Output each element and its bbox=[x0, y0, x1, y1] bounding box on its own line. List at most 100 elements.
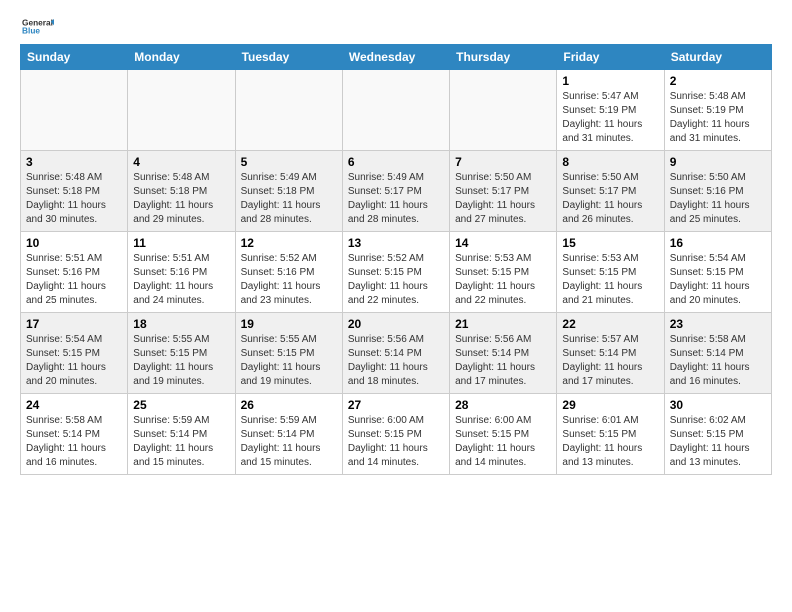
day-info: Sunrise: 5:52 AM Sunset: 5:16 PM Dayligh… bbox=[241, 252, 337, 308]
calendar-cell: 5 Sunrise: 5:49 AM Sunset: 5:18 PM Daylig… bbox=[235, 151, 342, 232]
calendar-cell: 30Sunrise: 6:02 AM Sunset: 5:15 PM Dayli… bbox=[664, 394, 771, 475]
day-info: Sunrise: 5:53 AM Sunset: 5:15 PM Dayligh… bbox=[562, 252, 658, 308]
weekday-header: Sunday bbox=[21, 45, 128, 70]
calendar-cell: 9 Sunrise: 5:50 AM Sunset: 5:16 PM Daylig… bbox=[664, 151, 771, 232]
calendar-week-row: 17 Sunrise: 5:54 AM Sunset: 5:15 PM Dayli… bbox=[21, 313, 772, 394]
day-info: Sunrise: 5:59 AM Sunset: 5:14 PM Dayligh… bbox=[133, 414, 229, 470]
day-info: Sunrise: 5:51 AM Sunset: 5:16 PM Dayligh… bbox=[26, 252, 122, 308]
day-number: 26 bbox=[241, 398, 337, 412]
day-number: 19 bbox=[241, 317, 337, 331]
day-number: 16 bbox=[670, 236, 766, 250]
calendar-cell: 26 Sunrise: 5:59 AM Sunset: 5:14 PM Dayli… bbox=[235, 394, 342, 475]
day-number: 24 bbox=[26, 398, 122, 412]
day-info: Sunrise: 5:56 AM Sunset: 5:14 PM Dayligh… bbox=[348, 333, 444, 389]
weekday-header: Wednesday bbox=[342, 45, 449, 70]
calendar-cell bbox=[450, 70, 557, 151]
calendar-week-row: 1 Sunrise: 5:47 AM Sunset: 5:19 PM Daylig… bbox=[21, 70, 772, 151]
day-info: Sunrise: 5:53 AM Sunset: 5:15 PM Dayligh… bbox=[455, 252, 551, 308]
day-number: 14 bbox=[455, 236, 551, 250]
calendar-cell: 14 Sunrise: 5:53 AM Sunset: 5:15 PM Dayli… bbox=[450, 232, 557, 313]
calendar-cell: 22 Sunrise: 5:57 AM Sunset: 5:14 PM Dayli… bbox=[557, 313, 664, 394]
day-number: 13 bbox=[348, 236, 444, 250]
day-number: 20 bbox=[348, 317, 444, 331]
calendar-cell: 21 Sunrise: 5:56 AM Sunset: 5:14 PM Dayli… bbox=[450, 313, 557, 394]
calendar-cell: 6 Sunrise: 5:49 AM Sunset: 5:17 PM Daylig… bbox=[342, 151, 449, 232]
day-info: Sunrise: 6:01 AM Sunset: 5:15 PM Dayligh… bbox=[562, 414, 658, 470]
weekday-header: Monday bbox=[128, 45, 235, 70]
calendar-cell: 4 Sunrise: 5:48 AM Sunset: 5:18 PM Daylig… bbox=[128, 151, 235, 232]
day-number: 1 bbox=[562, 74, 658, 88]
calendar-cell bbox=[235, 70, 342, 151]
calendar-cell bbox=[342, 70, 449, 151]
day-info: Sunrise: 5:59 AM Sunset: 5:14 PM Dayligh… bbox=[241, 414, 337, 470]
calendar-cell: 20 Sunrise: 5:56 AM Sunset: 5:14 PM Dayli… bbox=[342, 313, 449, 394]
day-info: Sunrise: 5:49 AM Sunset: 5:18 PM Dayligh… bbox=[241, 171, 337, 227]
day-number: 7 bbox=[455, 155, 551, 169]
calendar-cell: 11 Sunrise: 5:51 AM Sunset: 5:16 PM Dayli… bbox=[128, 232, 235, 313]
weekday-header: Thursday bbox=[450, 45, 557, 70]
svg-text:Blue: Blue bbox=[22, 26, 40, 36]
day-number: 4 bbox=[133, 155, 229, 169]
calendar-cell: 18Sunrise: 5:55 AM Sunset: 5:15 PM Dayli… bbox=[128, 313, 235, 394]
day-info: Sunrise: 5:57 AM Sunset: 5:14 PM Dayligh… bbox=[562, 333, 658, 389]
weekday-header: Friday bbox=[557, 45, 664, 70]
day-info: Sunrise: 5:50 AM Sunset: 5:16 PM Dayligh… bbox=[670, 171, 766, 227]
calendar-week-row: 10 Sunrise: 5:51 AM Sunset: 5:16 PM Dayli… bbox=[21, 232, 772, 313]
calendar-header-row: SundayMondayTuesdayWednesdayThursdayFrid… bbox=[21, 45, 772, 70]
day-number: 29 bbox=[562, 398, 658, 412]
calendar-cell: 24 Sunrise: 5:58 AM Sunset: 5:14 PM Dayli… bbox=[21, 394, 128, 475]
day-number: 25 bbox=[133, 398, 229, 412]
calendar-cell: 7 Sunrise: 5:50 AM Sunset: 5:17 PM Daylig… bbox=[450, 151, 557, 232]
calendar-cell: 12Sunrise: 5:52 AM Sunset: 5:16 PM Dayli… bbox=[235, 232, 342, 313]
day-number: 17 bbox=[26, 317, 122, 331]
day-number: 15 bbox=[562, 236, 658, 250]
calendar-cell: 13 Sunrise: 5:52 AM Sunset: 5:15 PM Dayli… bbox=[342, 232, 449, 313]
day-number: 9 bbox=[670, 155, 766, 169]
day-info: Sunrise: 5:50 AM Sunset: 5:17 PM Dayligh… bbox=[562, 171, 658, 227]
calendar-cell: 1 Sunrise: 5:47 AM Sunset: 5:19 PM Daylig… bbox=[557, 70, 664, 151]
day-info: Sunrise: 5:47 AM Sunset: 5:19 PM Dayligh… bbox=[562, 90, 658, 146]
logo: General Blue bbox=[20, 16, 54, 36]
calendar-cell bbox=[128, 70, 235, 151]
calendar-cell: 2Sunrise: 5:48 AM Sunset: 5:19 PM Daylig… bbox=[664, 70, 771, 151]
day-info: Sunrise: 5:48 AM Sunset: 5:18 PM Dayligh… bbox=[26, 171, 122, 227]
calendar-week-row: 24 Sunrise: 5:58 AM Sunset: 5:14 PM Dayli… bbox=[21, 394, 772, 475]
calendar-cell: 27 Sunrise: 6:00 AM Sunset: 5:15 PM Dayli… bbox=[342, 394, 449, 475]
calendar-cell: 3 Sunrise: 5:48 AM Sunset: 5:18 PM Daylig… bbox=[21, 151, 128, 232]
day-info: Sunrise: 5:52 AM Sunset: 5:15 PM Dayligh… bbox=[348, 252, 444, 308]
calendar-cell: 15 Sunrise: 5:53 AM Sunset: 5:15 PM Dayli… bbox=[557, 232, 664, 313]
calendar-week-row: 3 Sunrise: 5:48 AM Sunset: 5:18 PM Daylig… bbox=[21, 151, 772, 232]
calendar-cell: 23 Sunrise: 5:58 AM Sunset: 5:14 PM Dayli… bbox=[664, 313, 771, 394]
calendar-cell: 16 Sunrise: 5:54 AM Sunset: 5:15 PM Dayli… bbox=[664, 232, 771, 313]
calendar-table: SundayMondayTuesdayWednesdayThursdayFrid… bbox=[20, 44, 772, 475]
day-info: Sunrise: 5:49 AM Sunset: 5:17 PM Dayligh… bbox=[348, 171, 444, 227]
day-number: 5 bbox=[241, 155, 337, 169]
day-number: 2 bbox=[670, 74, 766, 88]
weekday-header: Tuesday bbox=[235, 45, 342, 70]
day-info: Sunrise: 5:55 AM Sunset: 5:15 PM Dayligh… bbox=[133, 333, 229, 389]
day-info: Sunrise: 5:55 AM Sunset: 5:15 PM Dayligh… bbox=[241, 333, 337, 389]
calendar-cell: 17 Sunrise: 5:54 AM Sunset: 5:15 PM Dayli… bbox=[21, 313, 128, 394]
day-info: Sunrise: 5:58 AM Sunset: 5:14 PM Dayligh… bbox=[26, 414, 122, 470]
day-info: Sunrise: 6:02 AM Sunset: 5:15 PM Dayligh… bbox=[670, 414, 766, 470]
calendar-cell: 8Sunrise: 5:50 AM Sunset: 5:17 PM Daylig… bbox=[557, 151, 664, 232]
day-info: Sunrise: 5:56 AM Sunset: 5:14 PM Dayligh… bbox=[455, 333, 551, 389]
day-info: Sunrise: 5:50 AM Sunset: 5:17 PM Dayligh… bbox=[455, 171, 551, 227]
day-info: Sunrise: 5:48 AM Sunset: 5:18 PM Dayligh… bbox=[133, 171, 229, 227]
day-info: Sunrise: 5:51 AM Sunset: 5:16 PM Dayligh… bbox=[133, 252, 229, 308]
day-number: 3 bbox=[26, 155, 122, 169]
day-number: 6 bbox=[348, 155, 444, 169]
day-info: Sunrise: 5:58 AM Sunset: 5:14 PM Dayligh… bbox=[670, 333, 766, 389]
calendar-cell: 10 Sunrise: 5:51 AM Sunset: 5:16 PM Dayli… bbox=[21, 232, 128, 313]
day-number: 27 bbox=[348, 398, 444, 412]
day-info: Sunrise: 6:00 AM Sunset: 5:15 PM Dayligh… bbox=[348, 414, 444, 470]
day-number: 10 bbox=[26, 236, 122, 250]
calendar-cell: 28Sunrise: 6:00 AM Sunset: 5:15 PM Dayli… bbox=[450, 394, 557, 475]
day-number: 11 bbox=[133, 236, 229, 250]
day-info: Sunrise: 5:54 AM Sunset: 5:15 PM Dayligh… bbox=[670, 252, 766, 308]
day-number: 21 bbox=[455, 317, 551, 331]
page-header: General Blue bbox=[20, 16, 772, 36]
day-info: Sunrise: 5:54 AM Sunset: 5:15 PM Dayligh… bbox=[26, 333, 122, 389]
day-number: 23 bbox=[670, 317, 766, 331]
day-number: 22 bbox=[562, 317, 658, 331]
